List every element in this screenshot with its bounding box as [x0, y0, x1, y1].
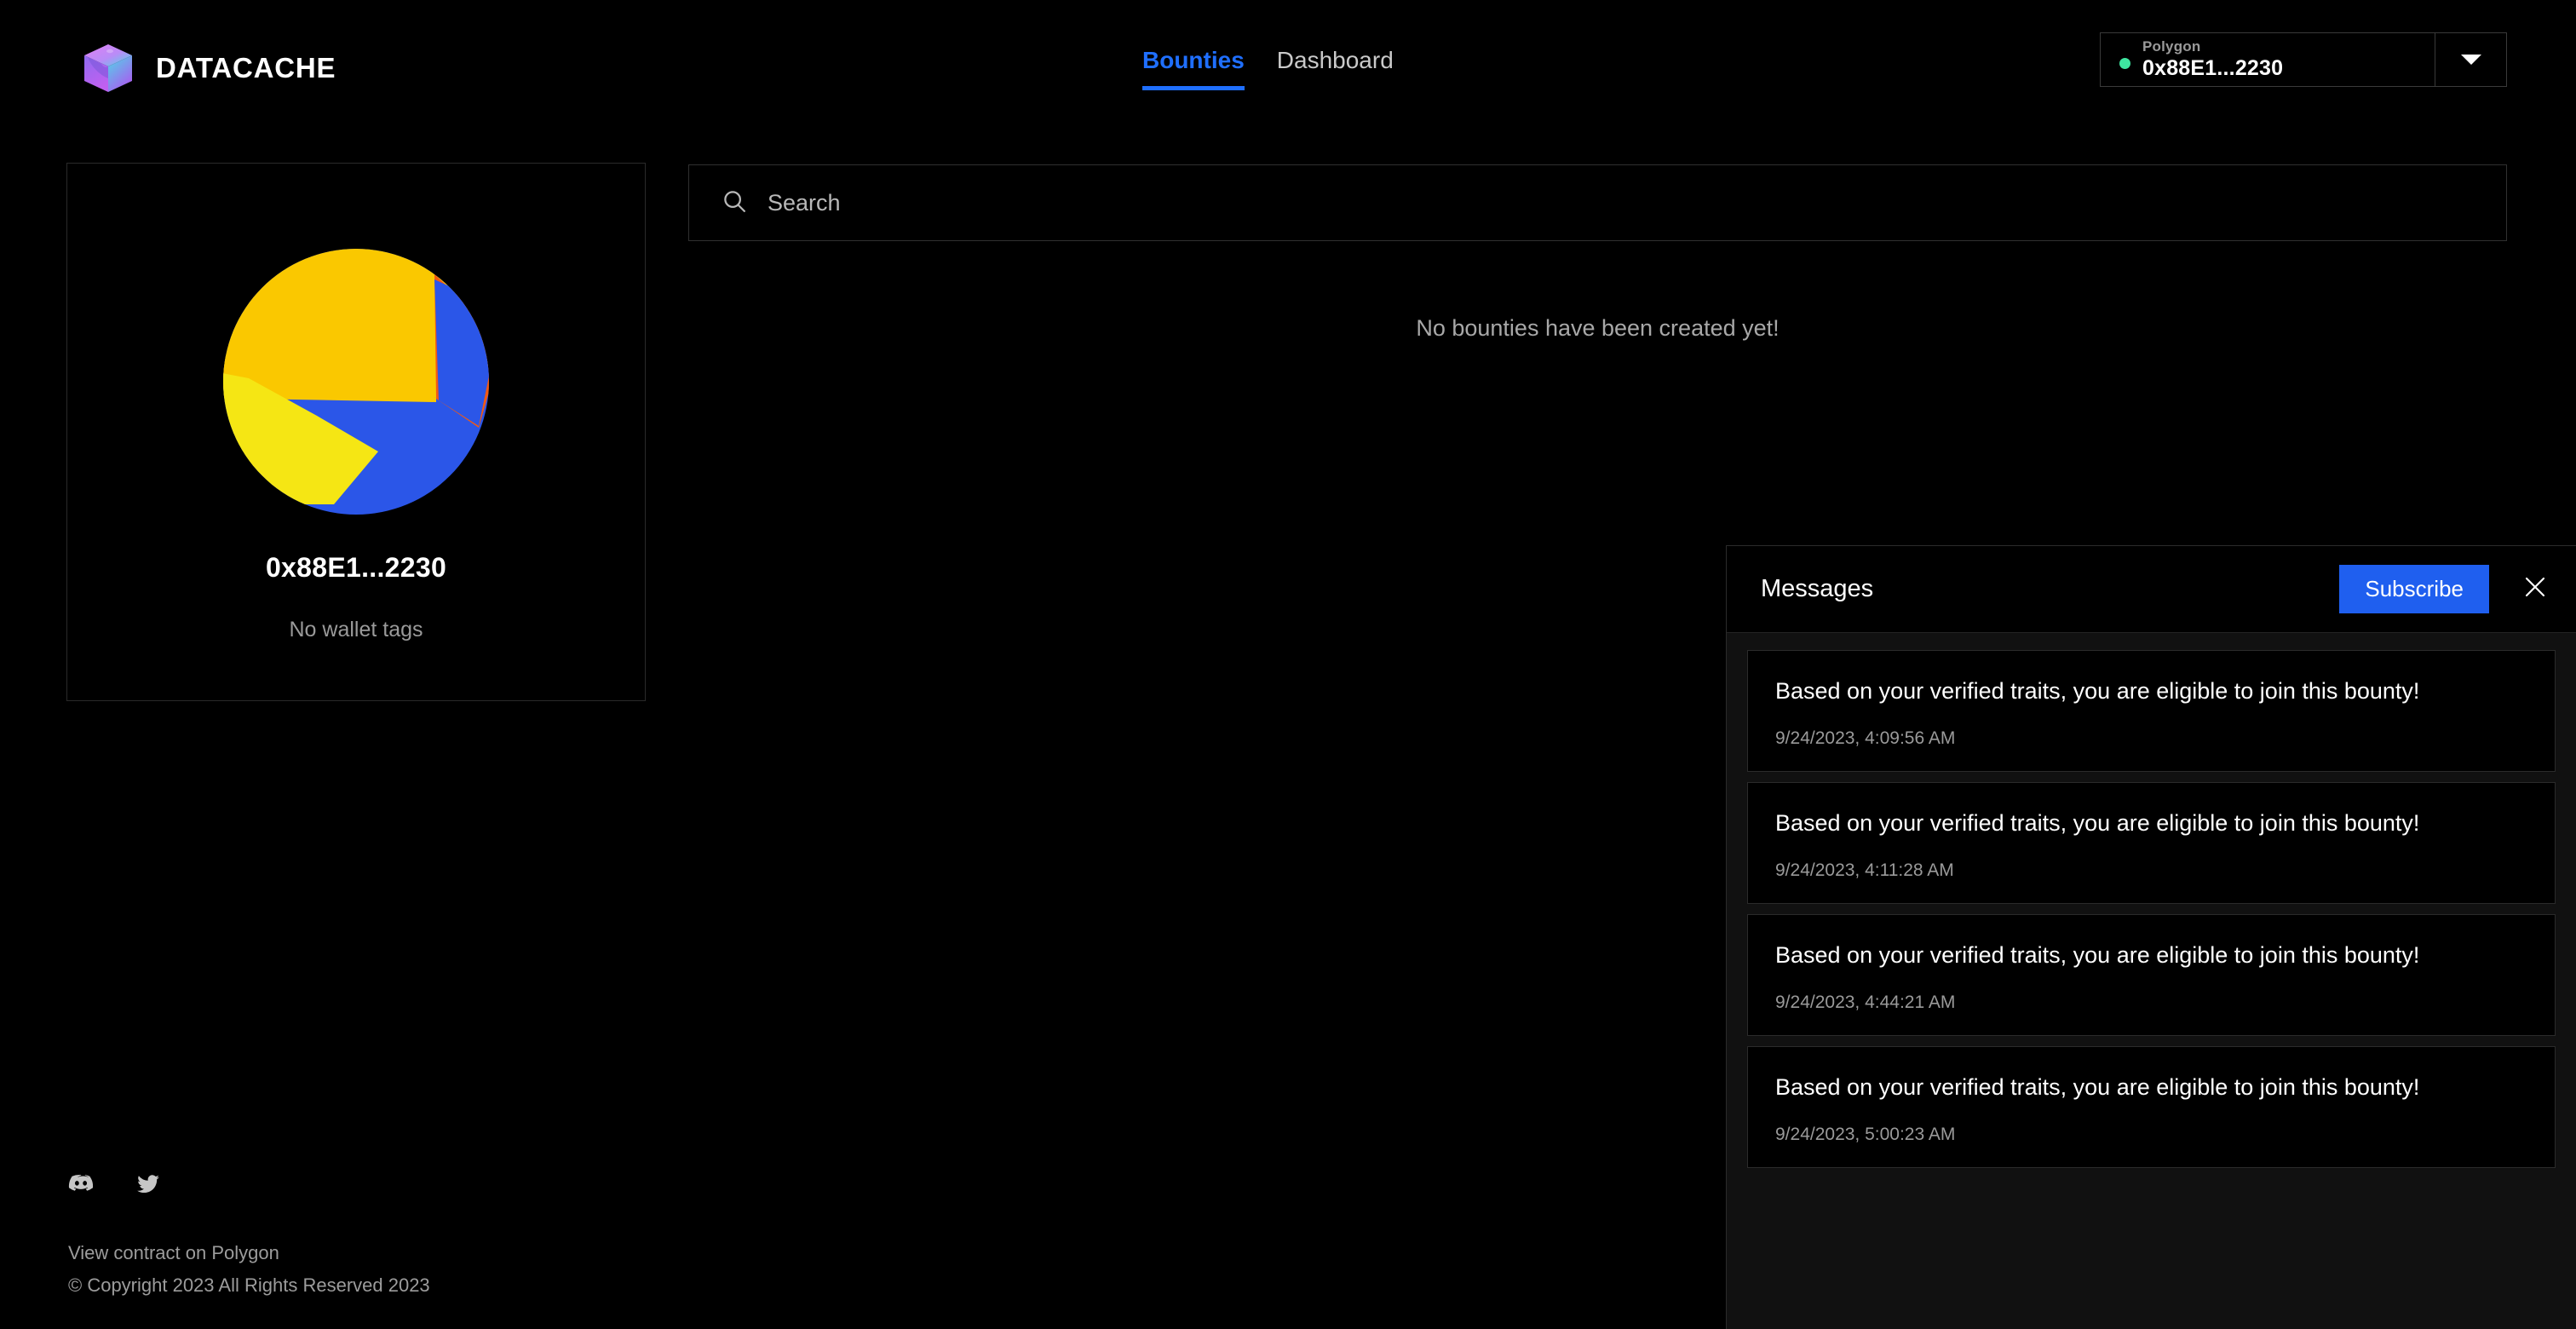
message-timestamp: 9/24/2023, 5:00:23 AM [1775, 1124, 1956, 1144]
message-timestamp: 9/24/2023, 4:09:56 AM [1775, 728, 1956, 748]
bounties-empty-state: No bounties have been created yet! [1416, 315, 1780, 341]
message-text: Based on your verified traits, you are e… [1775, 678, 2420, 704]
profile-address: 0x88E1...2230 [265, 552, 447, 583]
message-item[interactable]: Based on your verified traits, you are e… [1747, 1045, 2556, 1168]
cube-logo-icon [81, 41, 135, 95]
message-item[interactable]: Based on your verified traits, you are e… [1747, 650, 2556, 772]
close-messages-button[interactable] [2518, 572, 2552, 607]
app-header: DATACACHE Bounties Dashboard Polygon 0x8… [0, 0, 2576, 153]
subscribe-button[interactable]: Subscribe [2339, 565, 2489, 613]
chevron-down-icon [2460, 55, 2481, 65]
profile-wallet-tags: No wallet tags [289, 618, 423, 641]
footer: View contract on Polygon © Copyright 202… [68, 1171, 430, 1297]
profile-card: 0x88E1...2230 No wallet tags [66, 163, 646, 701]
wallet-info[interactable]: Polygon 0x88E1...2230 [2101, 33, 2435, 86]
wallet-dropdown-button[interactable] [2435, 33, 2506, 86]
message-timestamp: 9/24/2023, 4:11:28 AM [1775, 860, 1954, 880]
message-item[interactable]: Based on your verified traits, you are e… [1747, 913, 2556, 1036]
message-text: Based on your verified traits, you are e… [1775, 1073, 2420, 1100]
discord-icon[interactable] [68, 1171, 94, 1201]
wallet-network-label: Polygon [2142, 38, 2201, 55]
wallet-status-dot [2119, 57, 2130, 69]
view-contract-link[interactable]: View contract on Polygon [68, 1242, 430, 1264]
brand-name: DATACACHE [156, 52, 336, 83]
search-placeholder: Search [768, 189, 841, 216]
wallet-identicon-avatar [223, 249, 489, 515]
close-icon [2521, 573, 2549, 605]
messages-panel: Messages Subscribe Based on your verifie… [1726, 545, 2576, 1329]
nav-item-dashboard[interactable]: Dashboard [1277, 46, 1394, 90]
main-nav: Bounties Dashboard [1142, 46, 1394, 90]
brand-logo[interactable]: DATACACHE [81, 41, 336, 95]
message-text: Based on your verified traits, you are e… [1775, 941, 2420, 968]
wallet-address-label: 0x88E1...2230 [2142, 56, 2284, 81]
wallet-chip[interactable]: Polygon 0x88E1...2230 [2100, 32, 2507, 87]
messages-title: Messages [1761, 575, 1874, 602]
twitter-icon[interactable] [136, 1172, 160, 1200]
message-item[interactable]: Based on your verified traits, you are e… [1747, 781, 2556, 904]
message-text: Based on your verified traits, you are e… [1775, 809, 2420, 836]
message-timestamp: 9/24/2023, 4:44:21 AM [1775, 992, 1956, 1012]
nav-item-bounties[interactable]: Bounties [1142, 46, 1245, 90]
messages-list[interactable]: Based on your verified traits, you are e… [1727, 633, 2576, 1329]
search-icon [722, 188, 747, 218]
messages-panel-header: Messages Subscribe [1727, 546, 2576, 633]
search-input[interactable]: Search [688, 164, 2507, 241]
copyright-text: © Copyright 2023 All Rights Reserved 202… [68, 1274, 430, 1296]
social-links [68, 1171, 430, 1201]
